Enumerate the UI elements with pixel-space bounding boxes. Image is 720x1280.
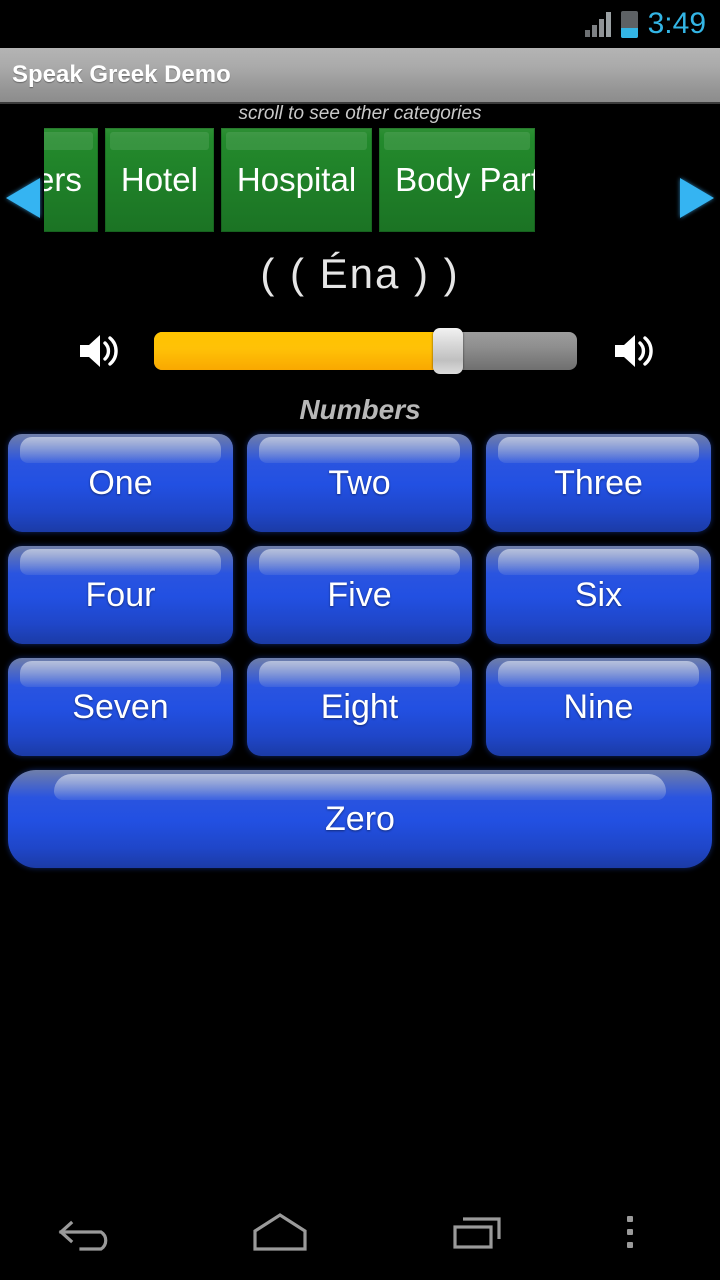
word-button-label: Five [327, 575, 392, 614]
status-bar-clock: 3:49 [647, 7, 706, 40]
volume-slider-fill [154, 332, 448, 370]
category-label: Hotel [120, 161, 198, 198]
overflow-menu-icon[interactable] [580, 1184, 680, 1280]
category-label: Numbers [44, 161, 82, 198]
battery-level-fill [620, 28, 638, 38]
word-button-six[interactable]: Six [486, 546, 711, 644]
word-button-seven[interactable]: Seven [8, 658, 233, 756]
word-button-label: Eight [320, 687, 399, 726]
word-button-nine[interactable]: Nine [486, 658, 711, 756]
word-button-label: Two [328, 463, 391, 502]
category-scroller[interactable]: Numbers Hotel Hospital Body Parts [44, 128, 676, 232]
speaker-volume-icon [607, 329, 663, 373]
word-button-two[interactable]: Two [247, 434, 472, 532]
action-bar: Speak Greek Demo [0, 48, 720, 104]
category-label: Hospital [236, 161, 357, 198]
recent-apps-icon[interactable] [390, 1184, 570, 1280]
word-button-grid: One Two Three Four Five Six Seven Eight … [8, 434, 712, 868]
home-icon[interactable] [190, 1184, 370, 1280]
word-button-one[interactable]: One [8, 434, 233, 532]
scroll-right-arrow-icon[interactable] [680, 178, 714, 218]
volume-slider-thumb[interactable] [433, 328, 463, 374]
category-label: Body Parts [395, 161, 535, 198]
word-button-eight[interactable]: Eight [247, 658, 472, 756]
volume-control-row [0, 320, 720, 382]
word-button-five[interactable]: Five [247, 546, 472, 644]
battery-low-icon [620, 10, 638, 38]
back-arrow-icon[interactable] [0, 1184, 180, 1280]
word-button-label: One [88, 463, 153, 502]
word-button-label: Four [85, 575, 156, 614]
word-button-label: Nine [563, 687, 634, 726]
app-screen: 3:49 Speak Greek Demo scroll to see othe… [0, 0, 720, 1280]
app-title: Speak Greek Demo [12, 61, 231, 88]
category-strip: Numbers Hotel Hospital Body Parts [0, 128, 720, 232]
scroll-left-arrow-icon[interactable] [6, 178, 40, 218]
overflow-dots [627, 1216, 633, 1248]
word-button-label: Six [574, 575, 623, 614]
signal-bars-icon [584, 11, 611, 37]
status-bar-right-cluster: 3:49 [584, 7, 706, 40]
word-button-label: Zero [325, 799, 395, 838]
android-navigation-bar [0, 1184, 720, 1280]
word-button-four[interactable]: Four [8, 546, 233, 644]
category-button-hospital[interactable]: Hospital [220, 128, 373, 232]
status-bar: 3:49 [0, 0, 720, 48]
category-button-numbers[interactable]: Numbers [44, 128, 98, 232]
word-button-label: Three [554, 463, 643, 502]
scroll-hint-text: scroll to see other categories [238, 103, 482, 124]
category-button-body-parts[interactable]: Body Parts [379, 128, 536, 232]
word-button-label: Seven [72, 687, 169, 726]
word-button-zero[interactable]: Zero [8, 770, 712, 868]
section-label: Numbers [299, 394, 421, 425]
speaker-volume-icon [72, 329, 128, 373]
word-button-three[interactable]: Three [486, 434, 711, 532]
category-button-hotel[interactable]: Hotel [104, 128, 214, 232]
current-word-display: ( ( Éna ) ) [260, 250, 460, 297]
volume-slider[interactable] [154, 328, 577, 374]
